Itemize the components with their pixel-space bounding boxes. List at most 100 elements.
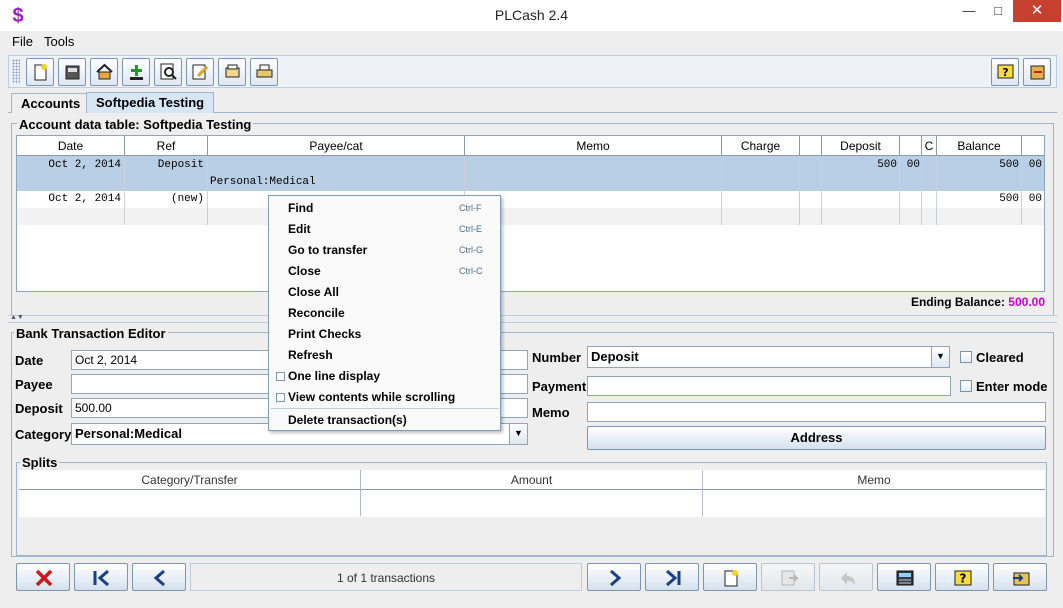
new-transaction-button[interactable] [703, 563, 757, 591]
context-menu-item-delete-transactions[interactable]: Delete transaction(s) [269, 410, 500, 431]
address-button[interactable]: Address [587, 426, 1046, 450]
collapse-arrow-icon[interactable]: ▲▼ [10, 314, 24, 321]
context-menu-item-refresh[interactable]: Refresh [269, 345, 500, 366]
context-menu-item-view-contents[interactable]: View contents while scrolling [269, 387, 500, 408]
context-menu: Find Ctrl-F Edit Ctrl-E Go to transfer C… [268, 195, 501, 431]
row-date: Oct 2, 2014 [48, 193, 121, 205]
help-button[interactable]: ? [991, 58, 1019, 86]
row-balance-cents: 00 [1028, 193, 1042, 205]
col-header-date[interactable]: Date [17, 136, 125, 156]
add-button[interactable] [122, 58, 150, 86]
next-record-icon [610, 569, 622, 587]
column-divider [899, 156, 900, 225]
new-account-button[interactable] [26, 58, 54, 86]
table-row[interactable]: Oct 2, 2014 Deposit Personal:Medical 500… [17, 156, 1044, 191]
col-header-memo[interactable]: Memo [465, 136, 722, 156]
splits-col-amount[interactable]: Amount [361, 470, 703, 490]
open-button[interactable] [218, 58, 246, 86]
tab-accounts[interactable]: Accounts [11, 93, 91, 113]
splits-table[interactable]: Category/Transfer Amount Memo [19, 470, 1045, 517]
col-header-balance[interactable]: Balance [937, 136, 1022, 156]
context-menu-item-reconcile[interactable]: Reconcile [269, 303, 500, 324]
table-row[interactable]: Oct 2, 2014 (new) 500 00 [17, 191, 1044, 208]
context-menu-item-find[interactable]: Find Ctrl-F [269, 198, 500, 219]
context-menu-item-print-checks[interactable]: Print Checks [269, 324, 500, 345]
calculator-button[interactable] [877, 563, 931, 591]
help-button-bottom[interactable]: ? [935, 563, 989, 591]
toolbar: ? [8, 55, 1057, 88]
undo-button[interactable] [819, 563, 873, 591]
memo-field[interactable] [587, 402, 1046, 422]
menu-bar: File Tools [6, 31, 1057, 53]
context-menu-item-one-line-display[interactable]: One line display [269, 366, 500, 387]
exit-button[interactable] [1023, 58, 1051, 86]
row-deposit-cents: 00 [906, 159, 920, 171]
maximize-button[interactable]: □ [984, 0, 1012, 22]
category-dropdown-button[interactable]: ▼ [509, 423, 528, 445]
col-header-charge-cents[interactable] [800, 136, 822, 156]
column-divider [702, 490, 703, 516]
delete-icon [35, 569, 53, 587]
svg-text:?: ? [960, 572, 967, 586]
number-combo[interactable]: Deposit [587, 346, 932, 368]
context-menu-item-close[interactable]: Close Ctrl-C [269, 261, 500, 282]
first-record-button[interactable] [74, 563, 128, 591]
menu-item-checkbox[interactable] [276, 372, 285, 381]
context-menu-item-edit[interactable]: Edit Ctrl-E [269, 219, 500, 240]
col-header-deposit[interactable]: Deposit [822, 136, 900, 156]
number-dropdown-button[interactable]: ▼ [931, 346, 950, 368]
row-ref: (new) [170, 193, 204, 205]
number-label: Number [532, 350, 582, 365]
column-divider [124, 156, 125, 225]
row-date: Oct 2, 2014 [48, 159, 121, 171]
menu-item-checkbox[interactable] [276, 393, 285, 402]
close-tab-button[interactable] [993, 563, 1047, 591]
save-button[interactable] [761, 563, 815, 591]
col-header-balance-cents[interactable] [1022, 136, 1044, 156]
context-menu-item-go-to-transfer[interactable]: Go to transfer Ctrl-G [269, 240, 500, 261]
find-button[interactable] [154, 58, 182, 86]
row-balance-cents: 00 [1028, 159, 1042, 171]
close-window-button[interactable]: ✕ [1013, 0, 1061, 22]
table-row-empty[interactable] [17, 208, 1044, 225]
split-pane-divider[interactable]: ▲▼ [8, 314, 1057, 323]
menu-item-label: Reconcile [288, 306, 345, 320]
previous-record-button[interactable] [132, 563, 186, 591]
delete-button[interactable] [16, 563, 70, 591]
col-header-cleared[interactable]: C [922, 136, 937, 156]
menu-item-label: One line display [288, 369, 381, 383]
account-data-table[interactable]: Date Ref Payee/cat Memo Charge Deposit C… [16, 135, 1045, 292]
splits-col-category[interactable]: Category/Transfer [19, 470, 361, 490]
context-menu-item-close-all[interactable]: Close All [269, 282, 500, 303]
col-header-ref[interactable]: Ref [125, 136, 208, 156]
cleared-checkbox[interactable] [960, 351, 972, 363]
column-divider [721, 156, 722, 225]
print-register-button[interactable] [58, 58, 86, 86]
toolbar-grip[interactable] [12, 59, 20, 84]
column-divider [936, 156, 937, 225]
menu-tools[interactable]: Tools [44, 34, 74, 49]
print-button[interactable] [250, 58, 278, 86]
col-header-deposit-cents[interactable] [900, 136, 922, 156]
bank-button[interactable] [90, 58, 118, 86]
menu-item-label: Find [288, 201, 314, 215]
splits-legend: Splits [20, 455, 60, 470]
next-record-button[interactable] [587, 563, 641, 591]
tab-softpedia-testing[interactable]: Softpedia Testing [86, 92, 215, 113]
account-table-legend: Account data table: Softpedia Testing [17, 117, 254, 132]
splits-col-memo[interactable]: Memo [703, 470, 1045, 490]
row-category: Personal:Medical [210, 176, 316, 188]
minimize-button[interactable]: — [955, 0, 983, 22]
edit-button[interactable] [186, 58, 214, 86]
previous-record-icon [153, 569, 165, 587]
enter-mode-checkbox[interactable] [960, 380, 972, 392]
menu-file[interactable]: File [12, 34, 33, 49]
col-header-payee[interactable]: Payee/cat [208, 136, 465, 156]
save-icon [781, 570, 799, 586]
last-record-button[interactable] [645, 563, 699, 591]
column-divider [821, 156, 822, 225]
payment-field[interactable] [587, 376, 951, 396]
row-balance: 500 [999, 159, 1019, 171]
col-header-charge[interactable]: Charge [722, 136, 800, 156]
svg-text:?: ? [1002, 66, 1008, 79]
